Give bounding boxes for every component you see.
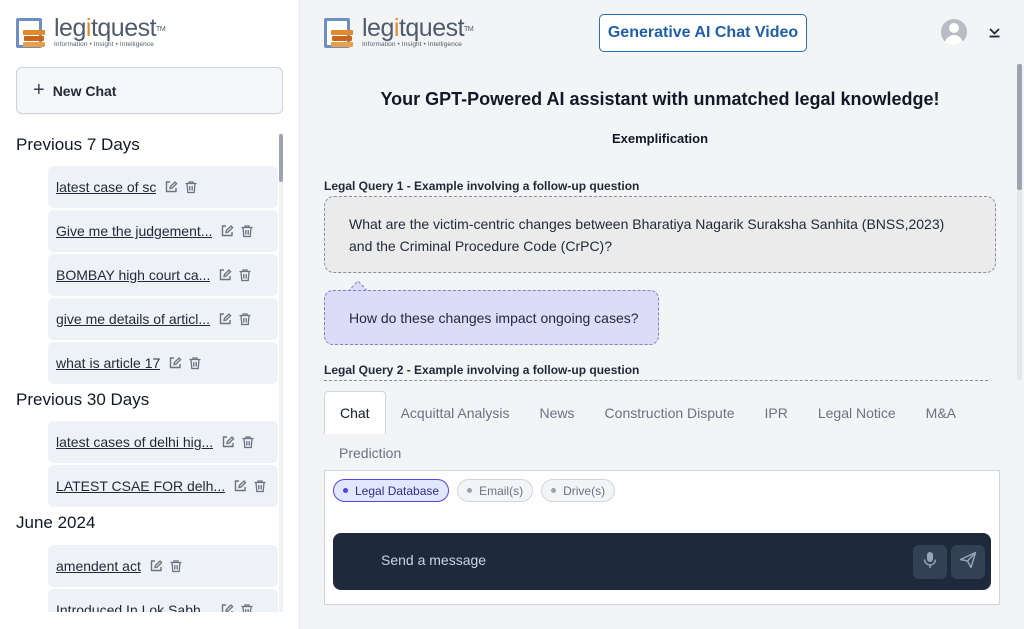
tab-m-and-a[interactable]: M&A — [911, 391, 971, 434]
chip-label: Legal Database — [355, 483, 440, 498]
history-item[interactable]: LATEST CSAE FOR delh... — [48, 465, 278, 507]
edit-icon[interactable] — [220, 224, 234, 238]
tab-news[interactable]: News — [525, 391, 590, 434]
chip-label: Drive(s) — [563, 483, 606, 498]
source-chip-emails[interactable]: Email(s) — [457, 479, 534, 502]
sidebar: legitquestTM Information • Insight • Int… — [0, 0, 300, 629]
chip-dot — [551, 488, 557, 493]
history-item[interactable]: give me details of articl... — [48, 298, 278, 340]
edit-icon[interactable] — [218, 268, 232, 282]
message-input[interactable]: Send a message — [381, 552, 486, 568]
tab-legal-notice[interactable]: Legal Notice — [803, 391, 911, 434]
main-panel: legitquestTM Information • Insight • Int… — [300, 0, 1024, 629]
group-title-previous-7-days: Previous 7 Days — [16, 135, 140, 154]
plus-icon: + — [33, 78, 45, 101]
chip-dot — [343, 488, 348, 493]
user-avatar-icon[interactable] — [941, 19, 967, 45]
logo-books-icon — [324, 16, 358, 50]
edit-icon[interactable] — [218, 312, 232, 326]
history-item[interactable]: what is article 17 — [48, 342, 278, 384]
trash-icon[interactable] — [238, 268, 252, 282]
legitquest-logo-header[interactable]: legitquestTM Information • Insight • Int… — [324, 14, 474, 50]
logo-tagline: Information • Insight • Intelligence — [54, 41, 154, 48]
page-headline: Your GPT-Powered AI assistant with unmat… — [380, 89, 940, 109]
history-item-title[interactable]: latest case of sc — [56, 179, 156, 195]
chat-input-area: Legal Database Email(s) Drive(s) Send a … — [324, 470, 1000, 605]
send-icon — [959, 551, 977, 574]
history-item-title[interactable]: latest cases of delhi hig... — [56, 434, 213, 450]
generative-ai-chat-video-button[interactable]: Generative AI Chat Video — [599, 14, 807, 52]
legal-query-2-label: Legal Query 2 - Example involving a foll… — [324, 363, 640, 377]
main-scrollbar[interactable] — [1017, 64, 1022, 380]
edit-icon[interactable] — [233, 479, 247, 493]
query-divider — [324, 380, 988, 381]
logo-wordmark: legitquestTM — [54, 14, 166, 42]
logo-books-icon — [16, 16, 50, 50]
trash-icon[interactable] — [253, 479, 267, 493]
sidebar-scrollbar[interactable] — [279, 134, 283, 612]
logo-wordmark: legitquestTM — [362, 14, 474, 42]
trash-icon[interactable] — [184, 180, 198, 194]
chip-label: Email(s) — [479, 483, 524, 498]
trash-icon[interactable] — [240, 603, 254, 612]
source-chip-drives[interactable]: Drive(s) — [541, 479, 616, 502]
new-chat-label: New Chat — [52, 82, 117, 99]
history-item-title[interactable]: what is article 17 — [56, 355, 160, 371]
history-item-title[interactable]: amendent act — [56, 558, 141, 574]
microphone-button[interactable] — [913, 545, 947, 579]
logo-tagline: Information • Insight • Intelligence — [362, 41, 462, 48]
trash-icon[interactable] — [188, 356, 202, 370]
chat-panel: Chat Acquittal Analysis News Constructio… — [324, 391, 1000, 606]
history-item[interactable]: Introduced In Lok Sabh... — [48, 589, 278, 612]
trash-icon[interactable] — [238, 312, 252, 326]
tab-chat[interactable]: Chat — [324, 391, 386, 434]
source-chips: Legal Database Email(s) Drive(s) — [333, 479, 616, 502]
trash-icon[interactable] — [240, 224, 254, 238]
tab-bar-row-2: Prediction — [324, 434, 416, 472]
example-followup-question[interactable]: How do these changes impact ongoing case… — [324, 290, 659, 345]
edit-icon[interactable] — [149, 559, 163, 573]
history-item[interactable]: latest case of sc — [48, 166, 278, 208]
history-item-title[interactable]: Introduced In Lok Sabh... — [56, 602, 212, 612]
edit-icon[interactable] — [221, 435, 235, 449]
edit-icon[interactable] — [164, 180, 178, 194]
tab-ipr[interactable]: IPR — [750, 391, 803, 434]
tab-prediction[interactable]: Prediction — [324, 434, 416, 472]
history-item-title[interactable]: give me details of articl... — [56, 311, 210, 327]
chip-dot — [467, 488, 473, 493]
group-title-june-2024: June 2024 — [16, 513, 96, 532]
chat-history: Previous 7 Days latest case of sc Give m… — [0, 128, 282, 612]
sidebar-scrollbar-thumb[interactable] — [279, 134, 283, 182]
history-item[interactable]: Give me the judgement... — [48, 210, 278, 252]
new-chat-button[interactable]: + New Chat — [16, 67, 283, 114]
section-subtitle: Exemplification — [611, 131, 709, 146]
history-item[interactable]: amendent act — [48, 545, 278, 587]
send-button[interactable] — [951, 545, 985, 579]
example-query-1[interactable]: What are the victim-centric changes betw… — [324, 196, 996, 273]
tab-construction-dispute[interactable]: Construction Dispute — [590, 391, 750, 434]
legal-query-1-label: Legal Query 1 - Example involving a foll… — [324, 179, 640, 193]
edit-icon[interactable] — [220, 603, 234, 612]
message-composer: Send a message — [333, 533, 991, 590]
chevron-down-icon[interactable] — [988, 25, 1001, 43]
history-item-title[interactable]: LATEST CSAE FOR delh... — [56, 478, 225, 494]
trash-icon[interactable] — [241, 435, 255, 449]
edit-icon[interactable] — [168, 356, 182, 370]
source-chip-legal-database[interactable]: Legal Database — [333, 479, 450, 502]
trash-icon[interactable] — [169, 559, 183, 573]
legitquest-logo[interactable]: legitquestTM Information • Insight • Int… — [16, 14, 166, 50]
tab-bar: Chat Acquittal Analysis News Constructio… — [324, 391, 971, 434]
tab-acquittal-analysis[interactable]: Acquittal Analysis — [386, 391, 525, 434]
main-scrollbar-thumb[interactable] — [1017, 64, 1022, 190]
history-item-title[interactable]: BOMBAY high court ca... — [56, 267, 210, 283]
history-item[interactable]: BOMBAY high court ca... — [48, 254, 278, 296]
group-title-previous-30-days: Previous 30 Days — [16, 390, 150, 409]
history-item-title[interactable]: Give me the judgement... — [56, 223, 212, 239]
history-item[interactable]: latest cases of delhi hig... — [48, 421, 278, 463]
microphone-icon — [922, 551, 938, 574]
